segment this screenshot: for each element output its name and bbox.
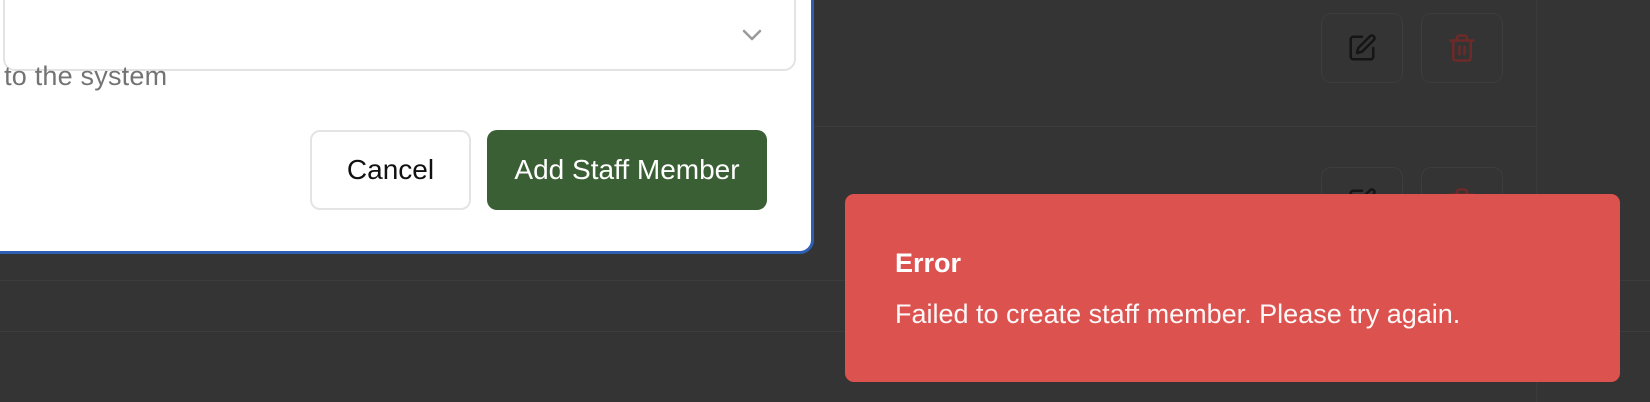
trash-icon [1449,34,1475,62]
error-toast[interactable]: Error Failed to create staff member. Ple… [845,194,1620,382]
table-row-divider [800,126,1537,127]
add-staff-dialog: ss to the system Cancel Add Staff Member [0,0,814,254]
toast-title: Error [895,248,962,278]
chevron-down-icon [742,29,762,41]
toast-message: Failed to create staff member. Please tr… [895,299,1461,329]
edit-button[interactable] [1321,13,1403,83]
delete-button[interactable] [1421,13,1503,83]
helper-text-label: ss to the system [0,61,168,91]
dialog-body: ss to the system Cancel Add Staff Member [0,0,797,233]
cancel-button[interactable]: Cancel [310,130,471,210]
helper-text: ss to the system [0,61,201,92]
edit-icon [1349,34,1376,61]
add-staff-member-button[interactable]: Add Staff Member [487,130,767,210]
